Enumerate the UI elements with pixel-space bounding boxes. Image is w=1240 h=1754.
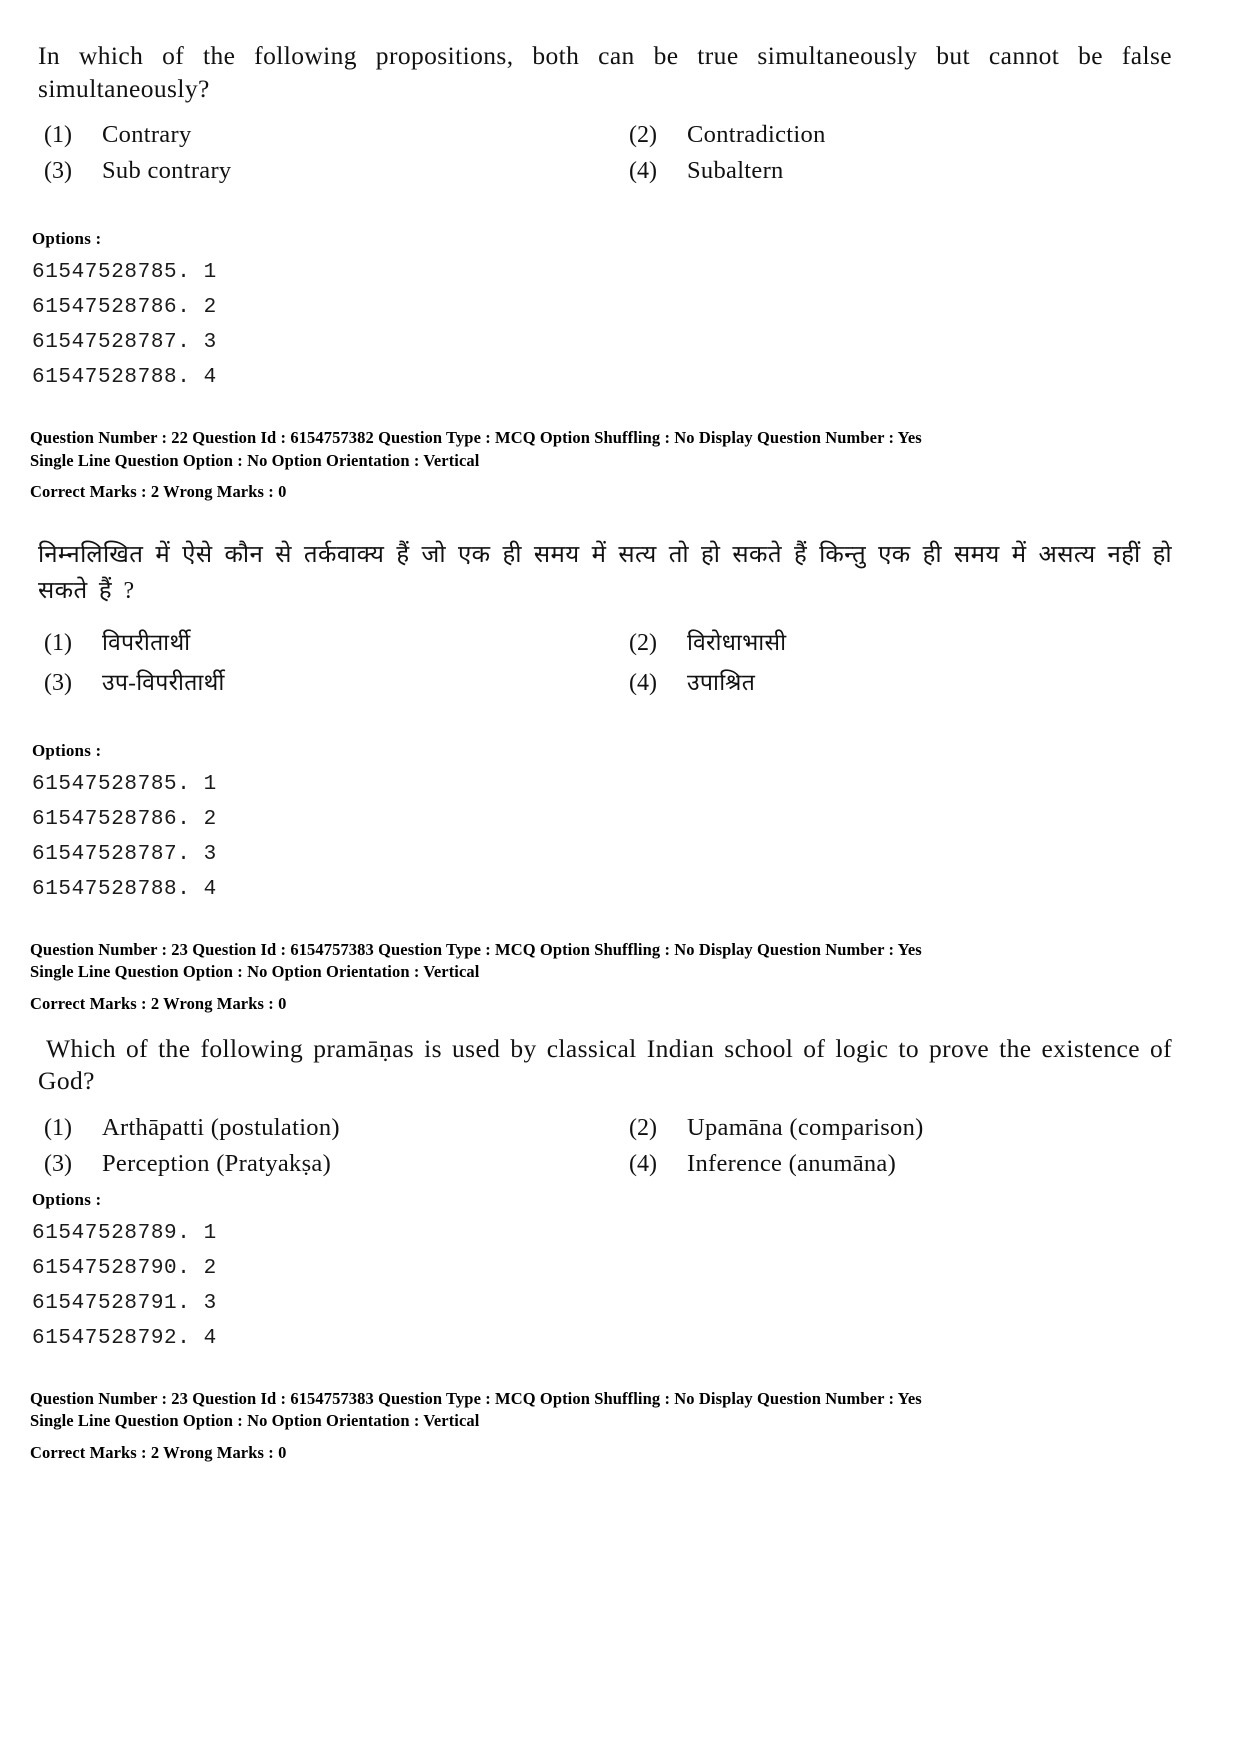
question-stem: Which of the following pramāṇas is used … <box>38 1033 1172 1096</box>
question-block-22-hindi: निम्नलिखित में ऐसे कौन से तर्कवाक्य हैं … <box>30 537 1200 1015</box>
option-id: 61547528785. 1 <box>32 773 217 797</box>
option-id: 61547528786. 2 <box>32 296 217 320</box>
option-row: (1) विपरीतार्थी (2) विरोधाभासी <box>30 625 1200 657</box>
option-id: 61547528789. 1 <box>32 1222 217 1246</box>
question-metadata: Question Number : 22 Question Id : 61547… <box>30 427 1200 503</box>
options-label: Options : <box>32 1190 102 1210</box>
option-row: (3) Perception (Pratyakṣa) (4) Inference… <box>30 1150 1200 1178</box>
question-block-23-english: Which of the following pramāṇas is used … <box>30 1033 1200 1464</box>
option-choice-2[interactable]: (2) Contradiction <box>615 121 1200 149</box>
option-id: 61547528788. 4 <box>32 366 217 390</box>
metadata-line-1: Question Number : 23 Question Id : 61547… <box>30 1389 922 1409</box>
option-choice-1[interactable]: (1) Contrary <box>30 121 615 149</box>
options-label: Options : <box>32 741 102 761</box>
option-choice-4[interactable]: (4) उपाश्रित <box>615 665 1200 697</box>
option-ids-block: Options : 61547528785. 1 61547528786. 2 … <box>30 229 1200 389</box>
option-number: (1) <box>44 630 72 657</box>
option-number: (2) <box>629 630 657 657</box>
question-stem: निम्नलिखित में ऐसे कौन से तर्कवाक्य हैं … <box>38 542 1172 605</box>
option-choice-3[interactable]: (3) Perception (Pratyakṣa) <box>30 1150 615 1178</box>
option-choice-4[interactable]: (4) Subaltern <box>615 157 1200 185</box>
option-label: उपाश्रित <box>687 670 756 696</box>
option-ids-block: Options : 61547528789. 1 61547528790. 2 … <box>30 1190 1200 1350</box>
option-row: (3) Sub contrary (4) Subaltern <box>30 157 1200 185</box>
metadata-line-1: Question Number : 22 Question Id : 61547… <box>30 428 922 448</box>
option-label: Inference (anumāna) <box>687 1150 897 1178</box>
option-id: 61547528791. 3 <box>32 1292 217 1316</box>
metadata-line-2: Single Line Question Option : No Option … <box>30 962 480 982</box>
option-choice-3[interactable]: (3) Sub contrary <box>30 157 615 185</box>
option-number: (4) <box>629 158 657 185</box>
metadata-line-2: Single Line Question Option : No Option … <box>30 450 480 470</box>
option-choice-2[interactable]: (2) Upamāna (comparison) <box>615 1114 1200 1142</box>
option-number: (1) <box>44 122 72 149</box>
option-choice-1[interactable]: (1) विपरीतार्थी <box>30 625 615 657</box>
exam-page: In which of the following propositions, … <box>0 0 1240 1754</box>
option-row: (1) Contrary (2) Contradiction <box>30 121 1200 149</box>
option-number: (3) <box>44 670 72 697</box>
option-list: (1) विपरीतार्थी (2) विरोधाभासी (3) उप-वि… <box>30 625 1200 697</box>
options-label: Options : <box>32 229 102 249</box>
option-number: (4) <box>629 1151 657 1178</box>
metadata-line-1: Question Number : 23 Question Id : 61547… <box>30 940 922 960</box>
option-id: 61547528785. 1 <box>32 261 217 285</box>
option-number: (3) <box>44 158 72 185</box>
question-block-22-english: In which of the following propositions, … <box>30 40 1200 503</box>
option-ids-block: Options : 61547528785. 1 61547528786. 2 … <box>30 741 1200 901</box>
option-label: Arthāpatti (postulation) <box>102 1114 340 1142</box>
option-number: (4) <box>629 670 657 697</box>
option-label: विपरीतार्थी <box>102 630 191 656</box>
option-label: Contradiction <box>687 121 826 149</box>
option-label: Sub contrary <box>102 157 232 185</box>
option-list: (1) Contrary (2) Contradiction (3) Sub c… <box>30 121 1200 185</box>
option-id: 61547528787. 3 <box>32 843 217 867</box>
question-stem: In which of the following propositions, … <box>38 41 1172 103</box>
option-label: Perception (Pratyakṣa) <box>102 1150 332 1178</box>
option-id: 61547528786. 2 <box>32 808 217 832</box>
option-label: उप-विपरीतार्थी <box>102 670 225 696</box>
option-label: Subaltern <box>687 157 784 185</box>
option-choice-4[interactable]: (4) Inference (anumāna) <box>615 1150 1200 1178</box>
option-label: Upamāna (comparison) <box>687 1114 924 1142</box>
metadata-line-2: Single Line Question Option : No Option … <box>30 1411 480 1431</box>
option-row: (1) Arthāpatti (postulation) (2) Upamāna… <box>30 1114 1200 1142</box>
metadata-line-3: Correct Marks : 2 Wrong Marks : 0 <box>30 993 287 1013</box>
option-choice-1[interactable]: (1) Arthāpatti (postulation) <box>30 1114 615 1142</box>
question-metadata: Question Number : 23 Question Id : 61547… <box>30 1388 1200 1464</box>
option-number: (2) <box>629 122 657 149</box>
question-metadata: Question Number : 23 Question Id : 61547… <box>30 939 1200 1015</box>
option-id: 61547528790. 2 <box>32 1257 217 1281</box>
option-number: (1) <box>44 1115 72 1142</box>
metadata-line-3: Correct Marks : 2 Wrong Marks : 0 <box>30 1442 287 1462</box>
option-id: 61547528787. 3 <box>32 331 217 355</box>
option-choice-3[interactable]: (3) उप-विपरीतार्थी <box>30 665 615 697</box>
option-label: विरोधाभासी <box>687 630 787 656</box>
option-id: 61547528792. 4 <box>32 1327 217 1351</box>
option-number: (2) <box>629 1115 657 1142</box>
option-id: 61547528788. 4 <box>32 878 217 902</box>
option-list: (1) Arthāpatti (postulation) (2) Upamāna… <box>30 1114 1200 1178</box>
option-choice-2[interactable]: (2) विरोधाभासी <box>615 625 1200 657</box>
option-number: (3) <box>44 1151 72 1178</box>
metadata-line-3: Correct Marks : 2 Wrong Marks : 0 <box>30 481 287 501</box>
option-row: (3) उप-विपरीतार्थी (4) उपाश्रित <box>30 665 1200 697</box>
option-label: Contrary <box>102 121 192 149</box>
